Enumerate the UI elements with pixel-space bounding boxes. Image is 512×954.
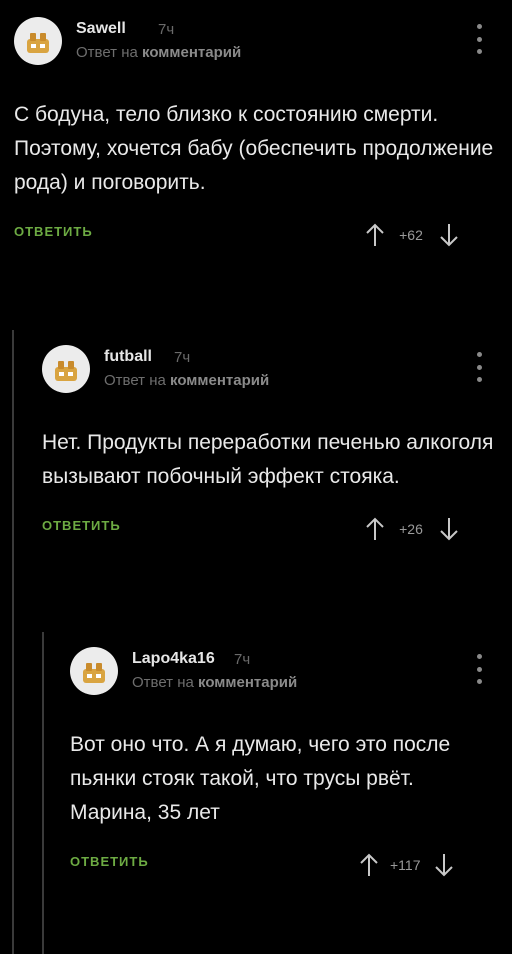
comment-time: 7ч — [234, 651, 251, 668]
comment-rating: +26 — [399, 521, 423, 537]
reply-prefix: Ответ на — [76, 44, 138, 61]
comment-header: Lapo4ka16 7ч Ответ на комментарий — [70, 642, 498, 698]
comment-author[interactable]: Lapo4ka16 — [132, 650, 215, 668]
comment-actions: ОТВЕТИТЬ +26 — [42, 514, 498, 544]
arrow-down-icon[interactable] — [438, 516, 460, 542]
comment: futball 7ч Ответ на комментарий Нет. Про… — [42, 340, 498, 544]
reply-button[interactable]: ОТВЕТИТЬ — [42, 518, 121, 533]
comment-thread: Sawell 7ч Ответ на комментарий С бодуна,… — [0, 0, 512, 954]
vote-controls: +62 — [364, 220, 460, 250]
reply-target-link[interactable]: комментарий — [170, 372, 269, 389]
more-vertical-icon[interactable] — [476, 24, 482, 54]
reply-prefix: Ответ на — [132, 674, 194, 691]
reply-button[interactable]: ОТВЕТИТЬ — [70, 854, 149, 869]
thread-branch-line — [42, 632, 44, 954]
comment: Sawell 7ч Ответ на комментарий С бодуна,… — [14, 12, 498, 250]
avatar[interactable] — [42, 345, 90, 393]
comment-time: 7ч — [174, 349, 191, 366]
arrow-up-icon[interactable] — [364, 516, 386, 542]
comment-author[interactable]: Sawell — [76, 20, 126, 38]
reply-reference: Ответ на комментарий — [104, 372, 269, 389]
more-vertical-icon[interactable] — [476, 352, 482, 382]
comment-text: С бодуна, тело близко к состоянию смерти… — [14, 103, 494, 194]
default-avatar-icon — [55, 361, 77, 381]
vote-controls: +26 — [364, 514, 460, 544]
comment-rating: +117 — [390, 857, 421, 873]
reply-target-link[interactable]: комментарий — [198, 674, 297, 691]
more-vertical-icon[interactable] — [476, 654, 482, 684]
vote-controls: +117 — [358, 850, 455, 880]
thread-branch-line — [12, 330, 14, 954]
default-avatar-icon — [83, 663, 105, 683]
arrow-down-icon[interactable] — [433, 852, 455, 878]
comment-time: 7ч — [158, 21, 175, 38]
reply-target-link[interactable]: комментарий — [142, 44, 241, 61]
comment-header: Sawell 7ч Ответ на комментарий — [14, 12, 498, 68]
comment-rating: +62 — [399, 227, 423, 243]
reply-reference: Ответ на комментарий — [132, 674, 297, 691]
reply-reference: Ответ на комментарий — [76, 44, 241, 61]
comment-header: futball 7ч Ответ на комментарий — [42, 340, 498, 396]
comment: Lapo4ka16 7ч Ответ на комментарий Вот он… — [70, 642, 498, 880]
comment-text: Нет. Продукты переработки печенью алкого… — [42, 431, 494, 488]
reply-button[interactable]: ОТВЕТИТЬ — [14, 224, 93, 239]
arrow-up-icon[interactable] — [358, 852, 380, 878]
arrow-down-icon[interactable] — [438, 222, 460, 248]
arrow-up-icon[interactable] — [364, 222, 386, 248]
avatar[interactable] — [70, 647, 118, 695]
reply-prefix: Ответ на — [104, 372, 166, 389]
comment-actions: ОТВЕТИТЬ +117 — [70, 850, 498, 880]
default-avatar-icon — [27, 33, 49, 53]
comment-author[interactable]: futball — [104, 348, 152, 366]
comment-text: Вот оно что. А я думаю, чего это после п… — [70, 733, 451, 824]
avatar[interactable] — [14, 17, 62, 65]
comment-actions: ОТВЕТИТЬ +62 — [14, 220, 498, 250]
